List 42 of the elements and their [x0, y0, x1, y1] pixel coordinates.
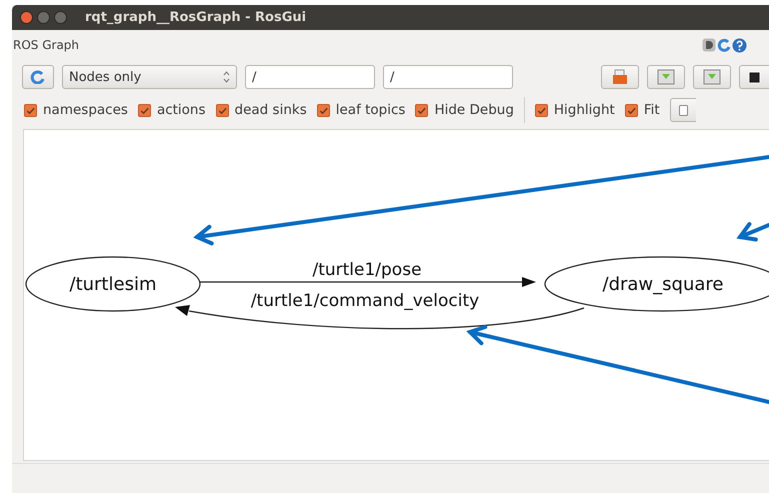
checkbox[interactable] — [138, 104, 151, 116]
checkbox[interactable] — [415, 104, 428, 116]
dock-icon[interactable] — [702, 38, 716, 52]
checkbox[interactable] — [316, 104, 330, 116]
spinner-arrows-icon — [223, 71, 230, 83]
checkbox[interactable] — [624, 104, 638, 116]
graph-mode-dropdown[interactable]: Nodes only — [62, 65, 237, 89]
save-dot-button[interactable] — [647, 65, 685, 89]
help-icon[interactable] — [732, 38, 747, 52]
node-label: /turtlesim — [70, 274, 156, 295]
topic-label: /turtle1/command_velocity — [250, 291, 480, 311]
option-label[interactable]: Fit — [644, 102, 660, 118]
node-filter-field[interactable]: / — [245, 65, 375, 89]
option-label[interactable]: Hide Debug — [434, 102, 514, 118]
load-button[interactable] — [601, 65, 639, 89]
checkbox[interactable] — [216, 104, 229, 116]
save-svg-button[interactable] — [693, 65, 731, 89]
close-icon[interactable] — [20, 11, 33, 24]
refresh-button[interactable] — [22, 65, 54, 89]
download-icon — [657, 69, 675, 85]
plugin-title: ROS Graph — [13, 38, 80, 52]
option-label[interactable]: leaf topics — [336, 102, 406, 118]
refresh-icon — [30, 70, 46, 84]
save-image-button[interactable] — [739, 65, 769, 89]
topic-label: /turtle1/pose — [312, 260, 422, 280]
window-title: rqt_graph__RosGraph - RosGui — [85, 10, 306, 25]
fit-view-button[interactable] — [670, 98, 696, 122]
option-label[interactable]: namespaces — [43, 102, 128, 118]
node-ellipse[interactable] — [25, 256, 201, 312]
option-label[interactable]: Highlight — [554, 102, 615, 118]
reload-icon[interactable] — [717, 38, 731, 52]
checkbox[interactable] — [24, 104, 37, 116]
topic-filter-field[interactable]: / — [383, 65, 513, 89]
page-icon — [678, 104, 688, 116]
option-label[interactable]: dead sinks — [234, 102, 307, 118]
download-icon — [703, 69, 721, 85]
maximize-icon[interactable] — [54, 11, 67, 24]
option-label[interactable]: actions — [156, 102, 206, 118]
square-icon — [749, 72, 760, 82]
minimize-icon[interactable] — [37, 11, 50, 24]
node-label: /draw_square — [602, 274, 724, 295]
checkbox[interactable] — [534, 104, 548, 116]
